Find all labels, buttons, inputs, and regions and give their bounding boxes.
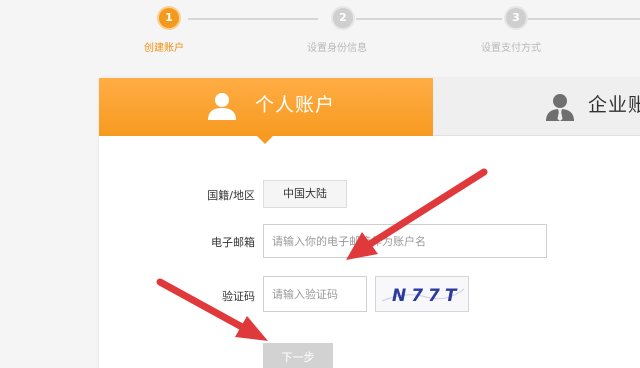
registration-page: 1 创建账户 2 设置身份信息 3 设置支付方式 个人账户 企业账 国籍/地区 …	[0, 0, 640, 368]
step-1-marker: 1	[159, 8, 179, 28]
step-1-label: 创建账户	[144, 43, 184, 54]
step-2-label: 设置身份信息	[307, 43, 367, 54]
tab-business-label: 企业账	[588, 94, 640, 116]
captcha-text: N77T	[392, 286, 461, 306]
region-select[interactable]: 中国大陆	[263, 180, 347, 208]
region-label: 国籍/地区	[207, 189, 255, 202]
step-connector	[356, 18, 502, 20]
step-3-marker: 3	[506, 8, 526, 28]
tab-personal-label: 个人账户	[255, 94, 336, 116]
captcha-input[interactable]	[263, 276, 367, 312]
step-progress: 1 创建账户 2 设置身份信息 3 设置支付方式	[0, 0, 640, 62]
email-label: 电子邮箱	[211, 236, 255, 249]
captcha-label: 验证码	[222, 290, 255, 303]
active-tab-pointer	[256, 135, 274, 144]
next-step-button[interactable]: 下一步	[263, 343, 333, 368]
tab-business-account[interactable]: 企业账	[433, 78, 640, 136]
step-2-marker: 2	[333, 8, 353, 28]
business-user-icon	[546, 94, 574, 121]
step-connector	[526, 18, 640, 20]
step-connector	[188, 18, 318, 20]
tab-personal-account[interactable]: 个人账户	[99, 78, 433, 136]
email-field[interactable]	[263, 224, 547, 258]
captcha-image[interactable]: N77T	[375, 276, 469, 312]
user-icon	[208, 93, 236, 120]
account-form-card: 个人账户 企业账 国籍/地区 中国大陆 电子邮箱 验证码 N77T 下一步	[99, 78, 640, 368]
captcha-graphic: N77T	[381, 286, 465, 306]
step-3-label: 设置支付方式	[481, 43, 541, 54]
